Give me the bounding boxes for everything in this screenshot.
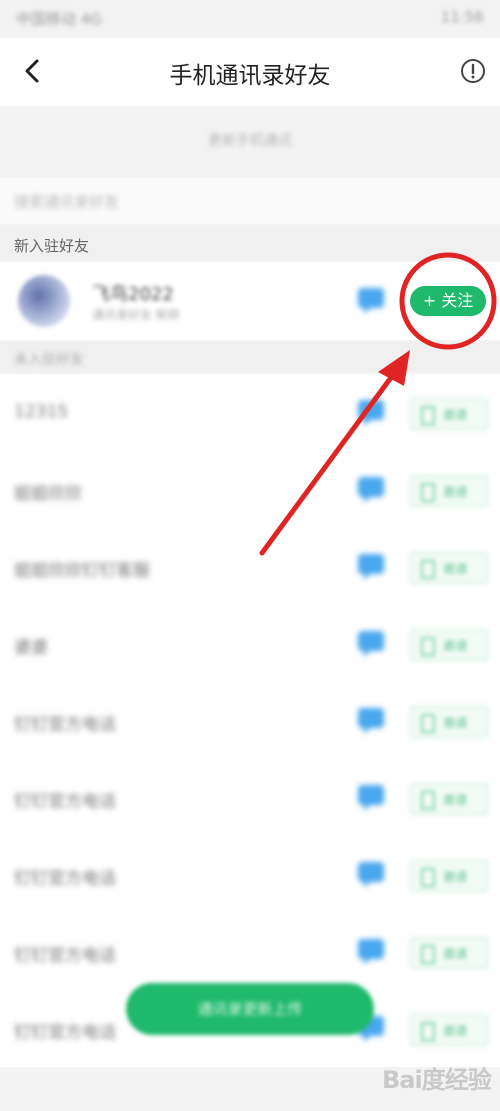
- invite-button[interactable]: 邀请: [410, 475, 488, 507]
- carrier-text: 中国移动 4G: [16, 10, 102, 28]
- invite-button[interactable]: 邀请: [410, 552, 488, 584]
- phone-icon: [421, 406, 435, 425]
- invite-button[interactable]: 邀请: [410, 1014, 488, 1046]
- section-title-new-friends: 新入驻好友: [14, 237, 90, 255]
- contact-name: 姐姐欣欣钉钉客服: [14, 561, 150, 581]
- friend-subtitle: 通讯录好友 昵称: [92, 308, 180, 322]
- watermark-text: Bai度经验: [382, 1066, 492, 1094]
- chat-icon[interactable]: [356, 473, 386, 505]
- chat-icon[interactable]: [356, 858, 386, 890]
- page-title: 手机通讯录好友: [169, 63, 331, 89]
- invite-label: 邀请: [443, 870, 468, 884]
- invite-button[interactable]: 邀请: [410, 398, 488, 430]
- invite-label: 邀请: [443, 716, 468, 730]
- update-contacts-bar[interactable]: 更新手机通讯: [0, 110, 500, 172]
- invite-button[interactable]: 邀请: [410, 937, 488, 969]
- friend-name: 飞鸟2022: [92, 284, 174, 305]
- phone-icon: [421, 1022, 435, 1041]
- chat-icon[interactable]: [356, 935, 386, 967]
- avatar[interactable]: [18, 275, 70, 327]
- baidu-watermark: Bai度经验: [382, 1050, 500, 1111]
- contact-name: 姐姐欣欣: [14, 484, 82, 504]
- contact-name: 12315: [14, 402, 69, 422]
- section-title-contacts: 未入驻好友: [14, 352, 84, 368]
- invite-label: 邀请: [443, 485, 468, 499]
- status-bar: 中国移动 4G 11:56: [0, 0, 500, 38]
- top-bar: 手机通讯录好友: [0, 38, 500, 106]
- invite-button[interactable]: 邀请: [410, 860, 488, 892]
- contact-name: 钉钉官方电话: [14, 1023, 116, 1043]
- invite-label: 邀请: [443, 1024, 468, 1038]
- invite-label: 邀请: [443, 793, 468, 807]
- phone-icon: [421, 483, 435, 502]
- search-bar[interactable]: 搜索通讯录好友: [0, 178, 500, 224]
- contact-name: 钉钉官方电话: [14, 715, 116, 735]
- phone-icon: [421, 714, 435, 733]
- time-text: 11:56: [440, 8, 484, 26]
- phone-icon: [421, 945, 435, 964]
- contact-row[interactable]: 姐姐欣欣钉钉客服 邀请: [0, 528, 500, 605]
- contact-name: 钉钉官方电话: [14, 792, 116, 812]
- invite-label: 邀请: [443, 408, 468, 422]
- contact-row[interactable]: 钉钉官方电话 邀请: [0, 682, 500, 759]
- invite-label: 邀请: [443, 639, 468, 653]
- info-icon[interactable]: [460, 58, 486, 84]
- invite-button[interactable]: 邀请: [410, 783, 488, 815]
- contact-row[interactable]: 姐姐欣欣 邀请: [0, 451, 500, 528]
- contact-name: 婆婆: [14, 638, 48, 658]
- chat-icon[interactable]: [356, 396, 386, 428]
- contact-row[interactable]: 钉钉官方电话 邀请: [0, 759, 500, 836]
- chat-icon[interactable]: [356, 284, 386, 316]
- invite-label: 邀请: [443, 562, 468, 576]
- phone-icon: [421, 791, 435, 810]
- contact-row[interactable]: 婆婆 邀请: [0, 605, 500, 682]
- phone-icon: [421, 868, 435, 887]
- contact-row[interactable]: 钉钉官方电话 邀请: [0, 836, 500, 913]
- chat-icon[interactable]: [356, 781, 386, 813]
- chat-icon[interactable]: [356, 704, 386, 736]
- upload-contacts-label: 通讯录更新上传: [197, 1000, 303, 1018]
- section-header-new-friends: 新入驻好友: [0, 228, 500, 260]
- search-placeholder: 搜索通讯录好友: [14, 193, 120, 211]
- chat-icon[interactable]: [356, 550, 386, 582]
- contact-list: 12315 邀请 姐姐欣欣 邀请 姐姐欣欣钉钉客服 邀请 婆婆 邀请 钉钉官方电…: [0, 374, 500, 1067]
- contact-name: 钉钉官方电话: [14, 946, 116, 966]
- update-contacts-text: 更新手机通讯: [208, 133, 292, 149]
- contact-name: 钉钉官方电话: [14, 869, 116, 889]
- invite-button[interactable]: 邀请: [410, 706, 488, 738]
- contact-row[interactable]: 12315 邀请: [0, 374, 500, 451]
- contact-row[interactable]: 钉钉官方电话 邀请: [0, 913, 500, 990]
- chat-icon[interactable]: [356, 627, 386, 659]
- upload-contacts-button[interactable]: 通讯录更新上传: [126, 983, 374, 1035]
- phone-icon: [421, 637, 435, 656]
- invite-label: 邀请: [443, 947, 468, 961]
- phone-icon: [421, 560, 435, 579]
- invite-button[interactable]: 邀请: [410, 629, 488, 661]
- section-header-contacts: 未入驻好友: [0, 342, 500, 372]
- follow-button[interactable]: + 关注: [410, 286, 486, 316]
